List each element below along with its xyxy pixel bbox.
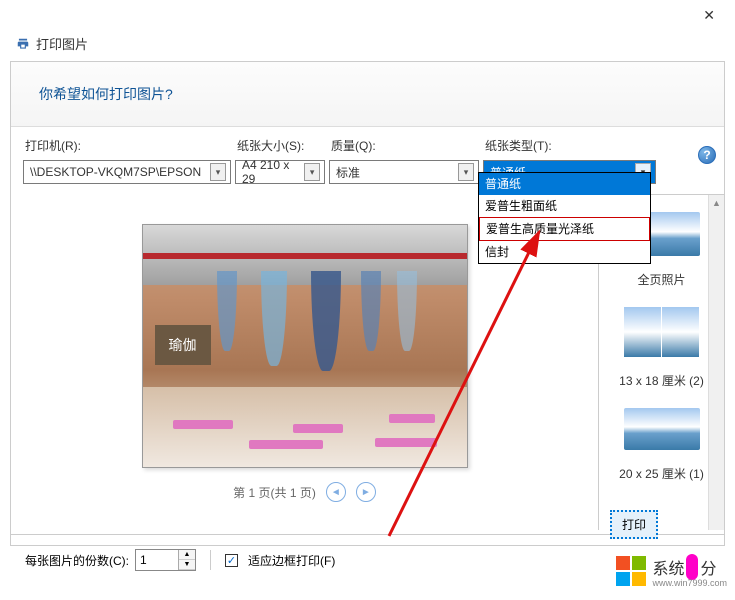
paper-type-option[interactable]: 信封 xyxy=(479,241,650,263)
paper-type-option[interactable]: 爱普生粗面纸 xyxy=(479,195,650,217)
dialog-title: 打印图片 xyxy=(36,34,88,53)
help-icon[interactable]: ? xyxy=(698,146,716,164)
copies-input[interactable] xyxy=(136,550,178,570)
thumbnail-label: 13 x 18 厘米 (2) xyxy=(619,372,704,389)
chevron-down-icon: ▾ xyxy=(304,163,320,181)
thumbnail-image xyxy=(662,307,699,357)
watermark-brand: 系统 xyxy=(652,555,684,579)
watermark: 系统 分 www.win7999.com xyxy=(612,550,731,592)
paper-size-dropdown[interactable]: A4 210 x 29 ▾ xyxy=(235,160,325,184)
paper-type-label: 纸张类型(T): xyxy=(483,137,656,154)
quality-dropdown[interactable]: 标准 ▾ xyxy=(329,160,479,184)
printer-dropdown[interactable]: \\DESKTOP-VKQM7SP\EPSON ▾ xyxy=(23,160,231,184)
yoga-sign: 瑜伽 xyxy=(155,325,211,365)
fit-frame-label: 适应边框打印(F) xyxy=(248,552,335,569)
paper-type-popup: 普通纸 爱普生粗面纸 爱普生高质量光泽纸 信封 xyxy=(478,172,651,264)
watermark-url: www.win7999.com xyxy=(652,578,727,588)
printer-value: \\DESKTOP-VKQM7SP\EPSON xyxy=(30,165,201,179)
quality-label: 质量(Q): xyxy=(329,137,479,154)
pager-text: 第 1 页(共 1 页) xyxy=(233,484,316,501)
close-button[interactable]: ✕ xyxy=(695,3,723,28)
thumbnail-image xyxy=(624,408,700,450)
pager: 第 1 页(共 1 页) ◄ ► xyxy=(233,482,376,502)
separator xyxy=(210,550,211,570)
prompt-text: 你希望如何打印图片? xyxy=(11,62,724,127)
layout-option[interactable] xyxy=(623,405,701,453)
layout-option[interactable] xyxy=(623,304,701,360)
fit-checkbox[interactable]: ✓ xyxy=(225,554,238,567)
step-down-icon[interactable]: ▼ xyxy=(179,560,195,570)
dialog-title-row: 打印图片 xyxy=(0,30,735,61)
next-page-button[interactable]: ► xyxy=(356,482,376,502)
thumbnail-image xyxy=(624,307,661,357)
print-button[interactable]: 打印 xyxy=(610,510,658,539)
quality-value: 标准 xyxy=(336,164,360,181)
copies-stepper[interactable]: ▲ ▼ xyxy=(135,549,196,571)
accent-divider xyxy=(686,554,698,580)
print-dialog: ✕ 打印图片 你希望如何打印图片? ? 打印机(R): \\DESKTOP-VK… xyxy=(0,0,735,600)
printer-label: 打印机(R): xyxy=(23,137,231,154)
paper-size-label: 纸张大小(S): xyxy=(235,137,325,154)
preview-image: 瑜伽 xyxy=(142,224,468,468)
paper-type-option[interactable]: 爱普生高质量光泽纸 xyxy=(479,217,650,241)
title-bar: ✕ xyxy=(0,0,735,30)
dialog-body: 你希望如何打印图片? ? 打印机(R): \\DESKTOP-VKQM7SP\E… xyxy=(10,61,725,546)
watermark-brand: 分 xyxy=(700,555,716,579)
printer-icon xyxy=(16,37,30,51)
scrollbar[interactable]: ▲ xyxy=(708,195,724,530)
thumbnail-label: 20 x 25 厘米 (1) xyxy=(619,465,704,482)
chevron-down-icon: ▾ xyxy=(210,163,226,181)
paper-size-value: A4 210 x 29 xyxy=(242,158,304,186)
prev-page-button[interactable]: ◄ xyxy=(326,482,346,502)
windows-logo-icon xyxy=(616,556,646,586)
chevron-down-icon: ▾ xyxy=(458,163,474,181)
copies-label: 每张图片的份数(C): xyxy=(25,552,129,569)
step-up-icon[interactable]: ▲ xyxy=(179,550,195,560)
paper-type-option[interactable]: 普通纸 xyxy=(479,173,650,195)
thumbnail-label: 全页照片 xyxy=(637,271,685,288)
